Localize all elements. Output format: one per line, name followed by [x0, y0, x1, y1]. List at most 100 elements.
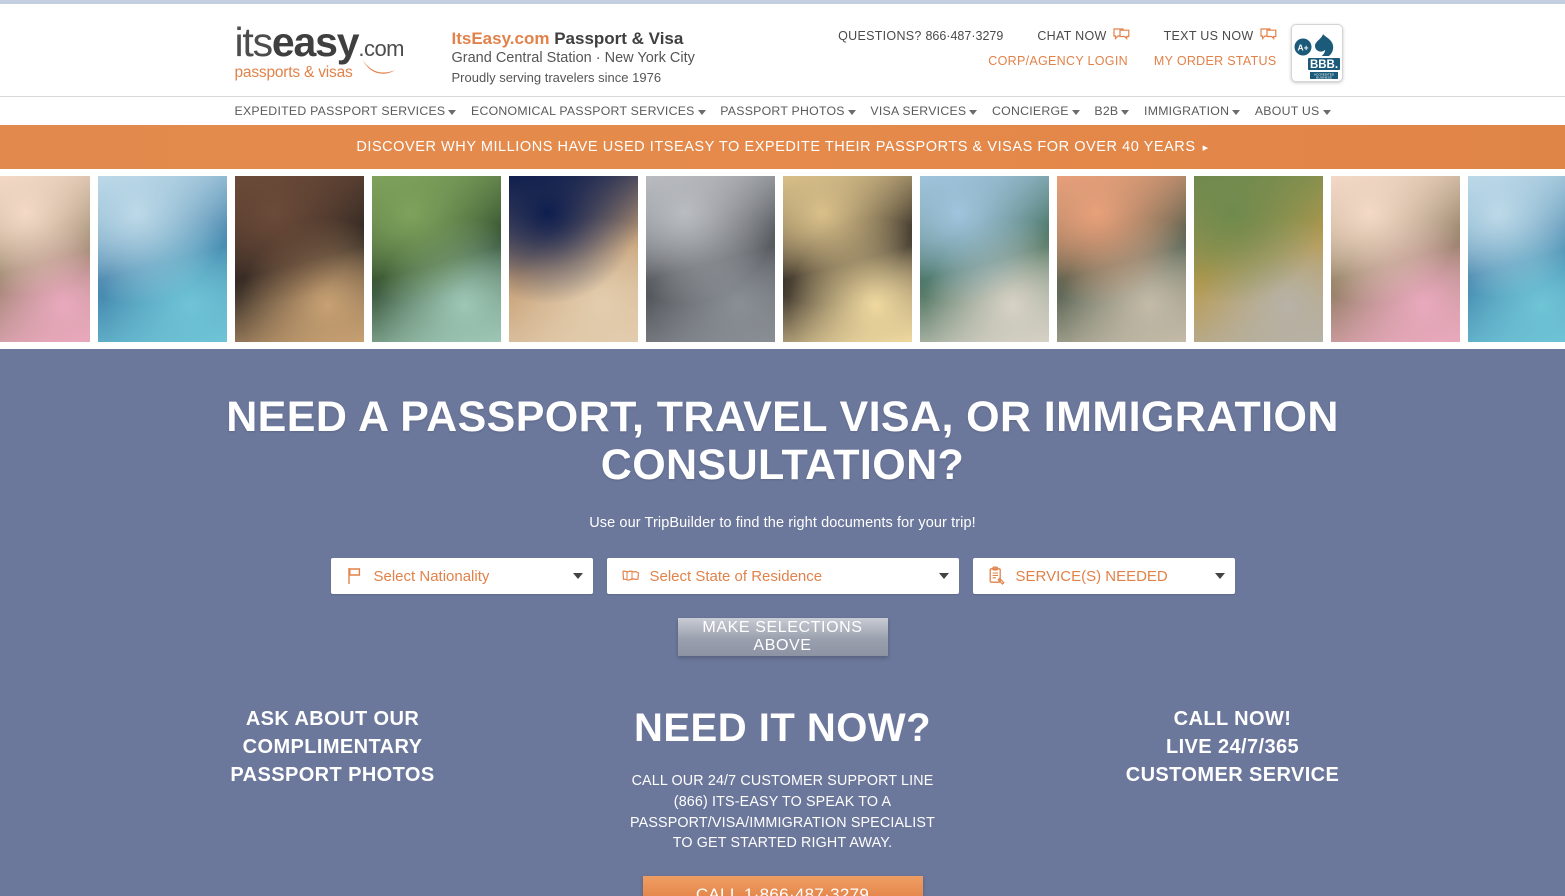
- hero-subtitle: Use our TripBuilder to find the right do…: [589, 515, 976, 532]
- chevron-down-icon: [938, 573, 949, 580]
- brand-location: Grand Central Station · New York City: [451, 50, 695, 67]
- complimentary-photos-heading: ASK ABOUT OUR COMPLIMENTARY PASSPORT PHO…: [108, 706, 558, 789]
- chevron-down-icon: [1071, 109, 1080, 115]
- nav-label: ECONOMICAL PASSPORT SERVICES: [471, 104, 695, 118]
- bbb-logo-icon: A+ BBB. ACCREDITED BUSINESS: [1294, 34, 1340, 79]
- nav-item-immigration[interactable]: IMMIGRATION: [1144, 104, 1241, 118]
- header-phone-link[interactable]: 866·487·3279: [925, 29, 1003, 43]
- logo-dotcom: .com: [358, 36, 405, 61]
- nav-item-passport-photos[interactable]: PASSPORT PHOTOS: [720, 104, 856, 118]
- need-it-now-body: CALL OUR 24/7 CUSTOMER SUPPORT LINE (866…: [558, 771, 1008, 854]
- make-selections-button[interactable]: MAKE SELECTIONS ABOVE: [677, 618, 888, 657]
- nav-label: PASSPORT PHOTOS: [720, 104, 845, 118]
- need-it-now-body-line-4: TO GET STARTED RIGHT AWAY.: [672, 835, 893, 852]
- state-of-residence-select-label: Select State of Residence: [649, 567, 823, 585]
- photo-tile-woman-sitting-on-city-street-planter: [646, 176, 775, 342]
- nav-item-concierge[interactable]: CONCIERGE: [992, 104, 1080, 118]
- nav-list: EXPEDITED PASSPORT SERVICES ECONOMICAL P…: [223, 97, 1343, 125]
- text-us-now-label: TEXT US NOW: [1163, 28, 1254, 43]
- column-complimentary-photos: ASK ABOUT OUR COMPLIMENTARY PASSPORT PHO…: [108, 706, 558, 896]
- services-needed-select[interactable]: SERVICE(S) NEEDED: [972, 558, 1235, 595]
- nav-item-visa-services[interactable]: VISA SERVICES: [870, 104, 978, 118]
- bbb-accredited-badge[interactable]: A+ BBB. ACCREDITED BUSINESS: [1290, 24, 1343, 82]
- header-utility-area: QUESTIONS? 866·487·3279 CHAT NOW TEXT US…: [838, 24, 1343, 82]
- photo-strip: [0, 169, 1565, 349]
- call-now-line-1: CALL NOW!: [1173, 708, 1292, 731]
- chevron-down-icon: [847, 109, 856, 115]
- page-title-line-1: NEED A PASSPORT, TRAVEL VISA, OR IMMIGRA…: [226, 393, 1339, 441]
- need-it-now-body-line-3: PASSPORT/VISA/IMMIGRATION SPECIALIST: [630, 814, 935, 831]
- nav-item-about-us[interactable]: ABOUT US: [1255, 104, 1331, 118]
- header-links: QUESTIONS? 866·487·3279 CHAT NOW TEXT US…: [838, 28, 1290, 68]
- call-now-button[interactable]: CALL 1·866·487·3279: [642, 876, 923, 896]
- hero-info-columns: ASK ABOUT OUR COMPLIMENTARY PASSPORT PHO…: [108, 706, 1458, 896]
- brand-title-rest: Passport & Visa: [549, 29, 684, 48]
- photo-tile-supertree-grove-garden-sunset: [0, 176, 90, 342]
- nav-item-expedited-passport-services[interactable]: EXPEDITED PASSPORT SERVICES: [235, 104, 457, 118]
- photo-tile-japanese-castle-with-two-travelers: [920, 176, 1049, 342]
- nav-label: VISA SERVICES: [870, 104, 967, 118]
- logo-mark: itseasy.com passports & visas: [235, 22, 440, 82]
- svg-text:BBB.: BBB.: [1309, 59, 1337, 71]
- text-us-now-link[interactable]: TEXT US NOW: [1164, 28, 1277, 43]
- photo-tile-jungle-waterfall-with-sunbeam: [372, 176, 501, 342]
- logo-easy: easy: [271, 19, 360, 65]
- photo-tile-two-friends-at-columbus-circle: [1194, 176, 1323, 342]
- site-header: itseasy.com passports & visas ItsEasy.co…: [0, 4, 1565, 96]
- corp-agency-login-link[interactable]: CORP/AGENCY LOGIN: [988, 54, 1128, 68]
- services-needed-select-label: SERVICE(S) NEEDED: [1015, 567, 1168, 585]
- nav-label: ABOUT US: [1254, 104, 1320, 118]
- nav-label: IMMIGRATION: [1144, 104, 1230, 118]
- state-of-residence-select[interactable]: Select State of Residence: [606, 558, 959, 595]
- chevron-down-icon: [448, 109, 457, 115]
- nav-label: B2B: [1094, 104, 1119, 118]
- promo-banner[interactable]: DISCOVER WHY MILLIONS HAVE USED ITSEASY …: [0, 125, 1565, 169]
- chevron-down-icon: [1121, 109, 1130, 115]
- header-links-row-2: CORP/AGENCY LOGIN MY ORDER STATUS: [838, 54, 1276, 68]
- hero-section: NEED A PASSPORT, TRAVEL VISA, OR IMMIGRA…: [0, 349, 1565, 896]
- flag-icon: [347, 568, 360, 585]
- photo-tile-golden-city-skyline-at-dusk: [783, 176, 912, 342]
- photo-tile-three-women-swimming-in-lake: [98, 176, 227, 342]
- brand-title-orange: ItsEasy.com: [451, 29, 550, 48]
- questions-label: QUESTIONS?: [838, 28, 922, 43]
- page-root: itseasy.com passports & visas ItsEasy.co…: [0, 0, 1565, 896]
- call-now-line-2: LIVE 24/7/365: [1165, 735, 1300, 758]
- chevron-down-icon: [697, 109, 706, 115]
- page-title: NEED A PASSPORT, TRAVEL VISA, OR IMMIGRA…: [218, 349, 1348, 489]
- call-now-line-3: CUSTOMER SERVICE: [1125, 763, 1340, 786]
- site-logo[interactable]: itseasy.com passports & visas ItsEasy.co…: [235, 22, 695, 86]
- tripbuilder-selectors: Select Nationality Select State of Resid…: [0, 558, 1565, 595]
- map-icon: [621, 570, 639, 582]
- column-need-it-now: NEED IT NOW? CALL OUR 24/7 CUSTOMER SUPP…: [558, 706, 1008, 896]
- brand-since: Proudly serving travelers since 1976: [451, 69, 662, 85]
- svg-text:A+: A+: [1297, 43, 1308, 53]
- nationality-select[interactable]: Select Nationality: [330, 558, 593, 595]
- photo-tile-hot-spring-pool-at-sunset: [1057, 176, 1186, 342]
- chevron-down-icon: [572, 573, 583, 580]
- photo-tile-three-women-swimming-in-lake: [1468, 176, 1565, 342]
- chat-bubble-icon: [1259, 28, 1276, 41]
- photo-tile-desert-adobe-dome-building: [509, 176, 638, 342]
- clipboard-pencil-icon: [989, 566, 1005, 586]
- photo-tile-supertree-grove-garden-sunset: [1331, 176, 1460, 342]
- main-navigation: EXPEDITED PASSPORT SERVICES ECONOMICAL P…: [0, 96, 1565, 125]
- chat-now-label: CHAT NOW: [1037, 28, 1107, 43]
- need-it-now-heading: NEED IT NOW?: [633, 706, 932, 751]
- promo-banner-text: DISCOVER WHY MILLIONS HAVE USED ITSEASY …: [356, 139, 1196, 155]
- nav-item-b2b[interactable]: B2B: [1094, 104, 1130, 118]
- complimentary-photos-line-3: PASSPORT PHOTOS: [230, 763, 435, 786]
- chevron-down-icon: [1322, 109, 1331, 115]
- nav-label: EXPEDITED PASSPORT SERVICES: [234, 104, 446, 118]
- header-links-row-1: QUESTIONS? 866·487·3279 CHAT NOW TEXT US…: [838, 28, 1276, 43]
- chevron-down-icon: [1232, 109, 1241, 115]
- my-order-status-link[interactable]: MY ORDER STATUS: [1154, 54, 1277, 68]
- brand-title: ItsEasy.com Passport & Visa: [452, 28, 695, 49]
- nav-item-economical-passport-services[interactable]: ECONOMICAL PASSPORT SERVICES: [471, 104, 706, 118]
- logo-its: its: [234, 19, 274, 65]
- brand-text: ItsEasy.com Passport & Visa Grand Centra…: [452, 22, 695, 86]
- column-call-now: CALL NOW! LIVE 24/7/365 CUSTOMER SERVICE: [1008, 706, 1458, 896]
- photo-tile-passport-in-hand-over-luggage: [235, 176, 364, 342]
- complimentary-photos-line-2: COMPLIMENTARY: [242, 735, 423, 758]
- chat-now-link[interactable]: CHAT NOW: [1037, 28, 1130, 43]
